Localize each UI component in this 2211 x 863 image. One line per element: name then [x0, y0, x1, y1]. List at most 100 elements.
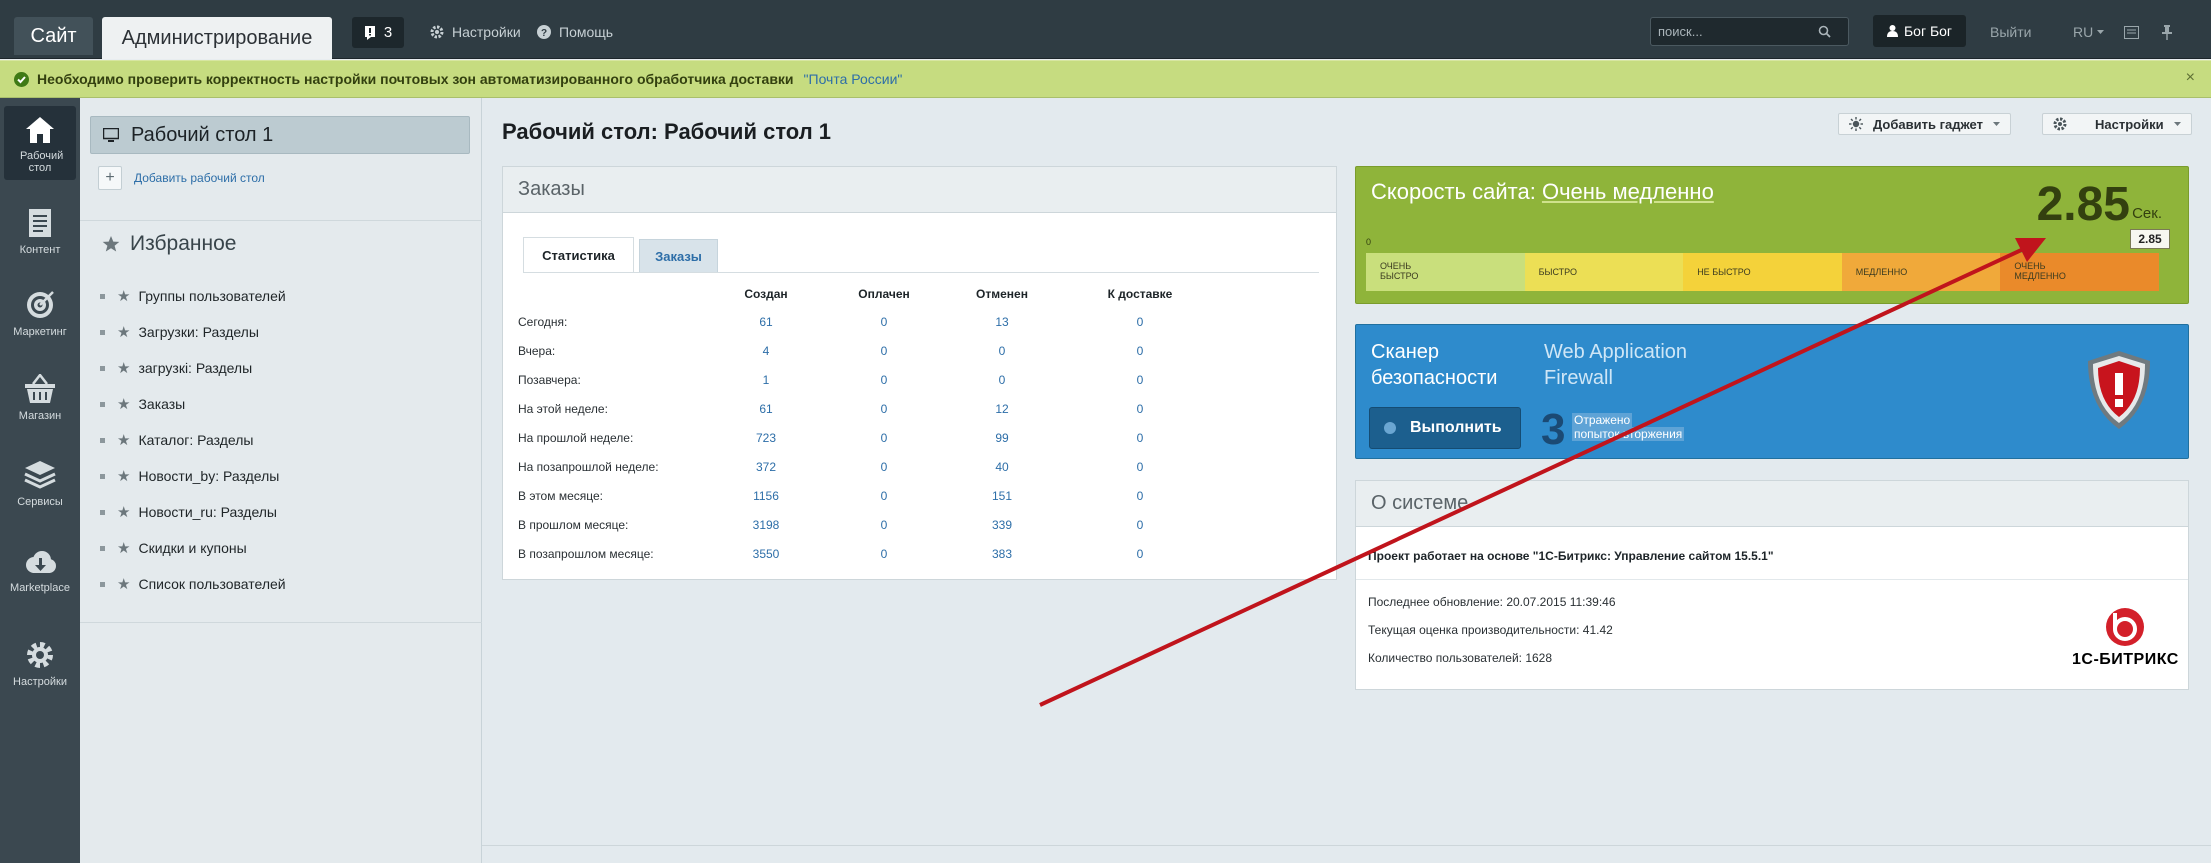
menu-item-settings[interactable]: Настройки: [4, 640, 76, 688]
basket-icon: [25, 374, 55, 403]
favorite-item[interactable]: ★ загрузкі: Разделы: [100, 350, 286, 386]
close-icon[interactable]: ×: [2186, 69, 2195, 87]
favorite-item[interactable]: ★ Скидки и купоны: [100, 530, 286, 566]
star-icon: ★: [117, 504, 131, 521]
orders-title: Заказы: [503, 167, 1336, 213]
menu-item-marketing[interactable]: Маркетинг: [4, 290, 76, 338]
waf-title[interactable]: Web Application Firewall: [1544, 339, 1687, 391]
settings-link[interactable]: Настройки: [430, 18, 521, 46]
favorite-item[interactable]: ★ Новости_by: Разделы: [100, 458, 286, 494]
favorite-item[interactable]: ★ Список пользователей: [100, 566, 286, 602]
speed-segment: МЕДЛЕННО: [1841, 253, 2001, 291]
add-gadget-button[interactable]: Добавить гаджет: [1838, 113, 2011, 135]
logout-link[interactable]: Выйти: [1990, 18, 2031, 46]
star-icon: ★: [117, 432, 131, 449]
table-row: На этой неделе: 61 0 12 0: [518, 402, 1144, 416]
system-divider: [1356, 579, 2188, 580]
star-icon: [102, 236, 120, 252]
speed-marker: 2.85: [2130, 229, 2170, 249]
menu-item-content[interactable]: Контент: [4, 208, 76, 256]
favorite-item[interactable]: ★ Новости_ru: Разделы: [100, 494, 286, 530]
panel-icon: [2124, 25, 2139, 39]
content-icon: [29, 209, 51, 237]
layers-icon: [24, 461, 56, 489]
speed-segment: БЫСТРО: [1524, 253, 1684, 291]
speed-segment: ОЧЕНЬ МЕДЛЕННО: [2000, 253, 2159, 291]
chevron-down-icon: [2173, 121, 2181, 126]
menu-item-desktop[interactable]: Рабочий стол: [4, 106, 76, 180]
sidebar-divider: [80, 220, 482, 221]
speed-status-link[interactable]: Очень медленно: [1542, 179, 1714, 204]
scale-start-label: 0: [1366, 237, 1372, 247]
language-selector[interactable]: RU: [2073, 18, 2105, 46]
speed-unit: Сек.: [2132, 205, 2162, 222]
sun-icon: [1849, 117, 1863, 131]
search-box: [1650, 17, 1849, 46]
tab-divider: [523, 272, 1319, 273]
settings-button[interactable]: Настройки: [2042, 113, 2192, 135]
gear-icon: [27, 642, 53, 668]
table-row: Сегодня: 61 0 13 0: [518, 315, 1144, 329]
site-speed-widget: Скорость сайта: Очень медленно 2.85 Сек.…: [1355, 166, 2189, 304]
desktop-item-active[interactable]: Рабочий стол 1: [90, 116, 470, 154]
plus-icon: +: [98, 166, 122, 190]
tab-statistics[interactable]: Статистика: [523, 237, 634, 273]
monitor-icon: [103, 128, 119, 142]
add-desktop-link[interactable]: + Добавить рабочий стол: [98, 166, 265, 190]
search-input[interactable]: [1658, 24, 1818, 39]
pin-icon: [2162, 24, 2172, 40]
system-info-widget: О системе Проект работает на основе "1С-…: [1355, 480, 2189, 690]
warning-link[interactable]: "Почта России": [804, 71, 903, 87]
user-button[interactable]: Бог Бог: [1873, 15, 1966, 47]
table-row: Позавчера: 1 0 0 0: [518, 373, 1144, 387]
help-link[interactable]: ? Помощь: [537, 18, 613, 46]
shield-icon: [2088, 351, 2150, 429]
favorite-item[interactable]: ★ Каталог: Разделы: [100, 422, 286, 458]
admin-tab[interactable]: Администрирование: [102, 17, 332, 59]
favorite-item[interactable]: ★ Заказы: [100, 386, 286, 422]
site-tab[interactable]: Сайт: [14, 17, 93, 55]
search-icon[interactable]: [1818, 25, 1831, 38]
star-icon: ★: [117, 468, 131, 485]
speed-segment: ОЧЕНЬ БЫСТРО: [1366, 253, 1525, 291]
orders-header-row: Создан Оплачен Отменен К доставке: [744, 287, 1173, 301]
warning-bar: Необходимо проверить корректность настро…: [0, 60, 2211, 98]
intrusion-label: Отражено попыток вторжения: [1572, 413, 1685, 441]
pin-button[interactable]: [2162, 18, 2172, 46]
notification-count: 3: [383, 24, 393, 41]
main-bottom-divider: [482, 845, 2211, 846]
star-icon: ★: [117, 576, 131, 593]
run-scan-button[interactable]: Выполнить: [1369, 407, 1521, 449]
tab-orders[interactable]: Заказы: [639, 239, 718, 273]
star-icon: ★: [117, 324, 131, 341]
chevron-down-icon: [2097, 29, 2105, 34]
performance-score: Текущая оценка производительности: 41.42: [1368, 623, 1613, 637]
sidebar: Рабочий стол 1 + Добавить рабочий стол И…: [80, 98, 482, 863]
sidebar-divider: [80, 622, 482, 623]
notification-icon: [364, 25, 375, 40]
left-menu: Рабочий стол Контент Маркетинг Магазин С…: [0, 98, 80, 863]
star-icon: ★: [117, 288, 131, 305]
help-icon: ?: [537, 25, 551, 39]
panel-toggle-button[interactable]: [2124, 18, 2139, 46]
favorite-item[interactable]: ★ Загрузки: Разделы: [100, 314, 286, 350]
speed-segment: НЕ БЫСТРО: [1683, 253, 1842, 291]
cloud-icon: [26, 551, 56, 573]
table-row: В прошлом месяце: 3198 0 339 0: [518, 518, 1144, 532]
orders-widget: Заказы Статистика Заказы Создан Оплачен …: [502, 166, 1337, 580]
page-title: Рабочий стол: Рабочий стол 1: [502, 119, 832, 144]
speed-title: Скорость сайта: Очень медленно: [1371, 179, 1714, 204]
speed-value: 2.85: [2036, 178, 2130, 231]
notifications-button[interactable]: 3: [352, 17, 404, 48]
menu-item-services[interactable]: Сервисы: [4, 460, 76, 508]
favorite-item[interactable]: ★ Группы пользователей: [100, 278, 286, 314]
favorites-list: ★ Группы пользователей ★ Загрузки: Разделы…: [100, 278, 286, 602]
table-row: Вчера: 4 0 0 0: [518, 344, 1144, 358]
status-dot-icon: [1384, 422, 1396, 434]
menu-item-marketplace[interactable]: Marketplace: [4, 550, 76, 594]
main-area: Рабочий стол: Рабочий стол 1 Добавить га…: [482, 98, 2211, 863]
table-row: На позапрошлой неделе: 372 0 40 0: [518, 460, 1144, 474]
speed-scale: ОЧЕНЬ БЫСТРО БЫСТРО НЕ БЫСТРО МЕДЛЕННО О…: [1366, 253, 2159, 291]
last-update: Последнее обновление: 20.07.2015 11:39:4…: [1368, 595, 1616, 609]
menu-item-shop[interactable]: Магазин: [4, 374, 76, 422]
